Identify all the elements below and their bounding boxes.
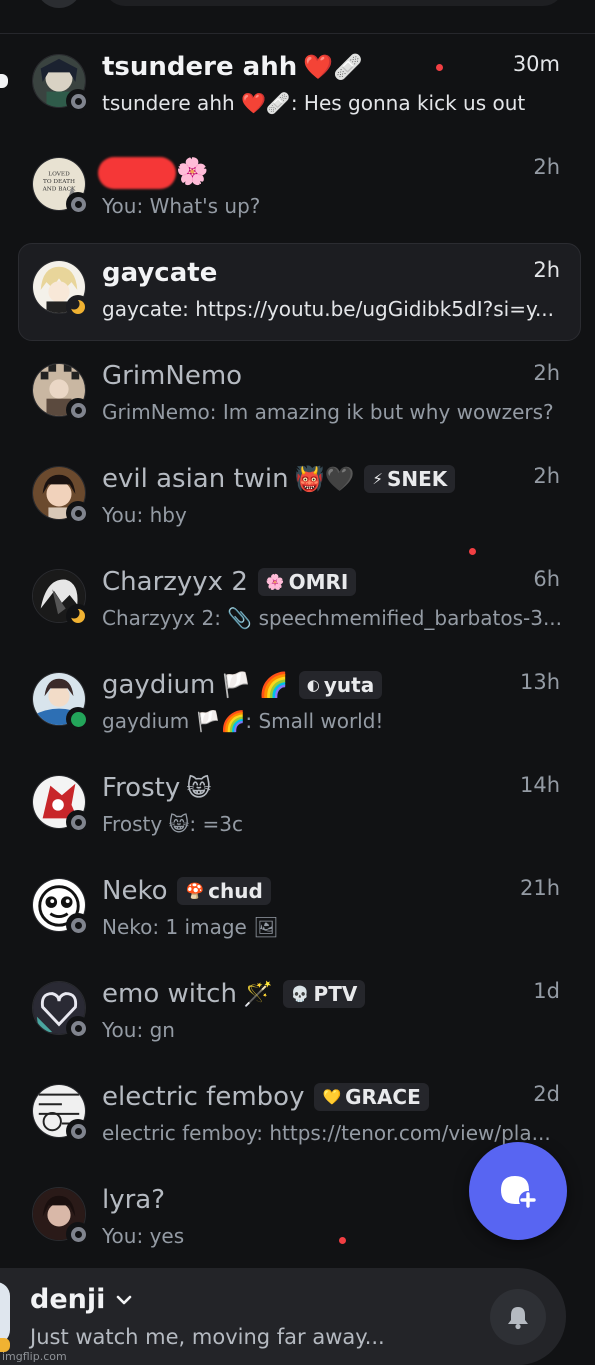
dm-row-tsundere-ahh[interactable]: tsundere ahh ❤️🩹 30m tsundere ahh ❤️🩹: He… <box>0 34 595 137</box>
server-tag: 💀 PTV <box>282 980 366 1008</box>
dm-time: 1d <box>533 979 560 1003</box>
dm-preview: Charzyyx 2: 📎 speechmemified_barbatos-3.… <box>102 606 563 630</box>
dm-name: GrimNemo <box>102 361 243 391</box>
server-tag: 🌸 OMRI <box>257 568 357 596</box>
dm-time: 2h <box>533 155 560 179</box>
dm-name: tsundere ahh ❤️🩹 <box>102 52 364 82</box>
svg-text:LOVED: LOVED <box>48 171 70 177</box>
dm-name: emo witch 🪄 💀 PTV <box>102 977 366 1011</box>
status-offline-icon <box>66 913 90 937</box>
user-avatar[interactable] <box>0 1282 10 1344</box>
status-offline-icon <box>66 89 90 113</box>
dm-preview: Frosty 😸: =3c <box>102 812 243 836</box>
notifications-button[interactable] <box>490 1289 546 1345</box>
status-offline-icon <box>66 1016 90 1040</box>
dm-time: 2h <box>533 464 560 488</box>
unread-dot <box>469 548 476 555</box>
dm-row-neko[interactable]: Neko 🍄 chud 21h Neko: 1 image 🖼 <box>0 858 595 961</box>
dm-row-gaycate[interactable]: gaycate 2h gaycate: https://youtu.be/ugG… <box>0 240 595 343</box>
dm-row-redacted[interactable]: LOVED TO DEATH AND BACK 🌸 2h You: What's u… <box>0 137 595 240</box>
status-offline-icon <box>66 1119 90 1143</box>
dm-preview: gaydium 🏳️🌈: Small world! <box>102 709 384 733</box>
dm-name: Neko 🍄 chud <box>102 874 271 908</box>
search-header <box>0 0 595 34</box>
server-tag: 🍄 chud <box>177 877 271 905</box>
dm-row-emo-witch[interactable]: emo witch 🪄 💀 PTV 1d You: gn <box>0 961 595 1064</box>
dm-name: evil asian twin 👹🖤 ⚡ SNEK <box>102 462 456 496</box>
server-tag: ◐ yuta <box>298 671 383 699</box>
dm-list-screen: tsundere ahh ❤️🩹 30m tsundere ahh ❤️🩹: He… <box>0 0 595 1365</box>
top-avatar-button[interactable] <box>36 0 82 8</box>
direct-message-list: tsundere ahh ❤️🩹 30m tsundere ahh ❤️🩹: He… <box>0 34 595 1270</box>
status-offline-icon <box>66 501 90 525</box>
dm-preview: You: gn <box>102 1018 175 1042</box>
dm-row-grimnemo[interactable]: GrimNemo 2h GrimNemo: Im amazing ik but … <box>0 343 595 446</box>
name-emoji: 🌸 <box>176 157 209 187</box>
dm-time: 2h <box>533 361 560 385</box>
dm-time: 13h <box>519 670 560 694</box>
unread-dot <box>436 64 443 71</box>
dm-time: 30m <box>512 52 560 76</box>
status-online-icon <box>66 707 90 731</box>
dm-row-charzyyx-2[interactable]: Charzyyx 2 🌸 OMRI 6h Charzyyx 2: 📎 speechm… <box>0 548 595 652</box>
status-offline-icon <box>66 192 90 216</box>
dm-row-evil-asian-twin[interactable]: evil asian twin 👹🖤 ⚡ SNEK 2h You: hby <box>0 446 595 549</box>
custom-status: Just watch me, moving far away... <box>30 1325 385 1349</box>
dm-preview: GrimNemo: Im amazing ik but why wowzers? <box>102 400 554 424</box>
watermark: imgflip.com <box>2 1350 67 1363</box>
redacted-name <box>98 157 176 189</box>
chevron-down-icon <box>117 1295 132 1304</box>
dm-preview: You: hby <box>102 503 187 527</box>
dm-time: 21h <box>519 876 560 900</box>
dm-name: Frosty 😸 <box>102 773 212 803</box>
server-tag: 💛 GRACE <box>314 1083 429 1111</box>
dm-preview: tsundere ahh ❤️🩹: Hes gonna kick us out <box>102 91 526 115</box>
dm-row-gaydium[interactable]: gaydium 🏳️ 🌈 ◐ yuta 13h gaydium 🏳️🌈: Small … <box>0 652 595 755</box>
status-idle-icon <box>66 295 90 319</box>
search-input[interactable] <box>104 0 564 6</box>
new-message-icon <box>501 1176 537 1209</box>
dm-row-frosty[interactable]: Frosty 😸 14h Frosty 😸: =3c <box>0 755 595 858</box>
new-message-button[interactable] <box>469 1142 567 1240</box>
status-offline-icon <box>66 398 90 422</box>
status-offline-icon <box>66 1222 90 1246</box>
dm-name: gaydium 🏳️ 🌈 ◐ yuta <box>102 668 383 702</box>
dm-preview: You: What's up? <box>102 194 261 218</box>
status-offline-icon <box>66 810 90 834</box>
dm-preview: Neko: 1 image 🖼 <box>102 915 279 939</box>
server-tag: ⚡ SNEK <box>364 465 456 493</box>
user-name-button[interactable]: denji <box>30 1284 133 1315</box>
dm-preview: gaycate: https://youtu.be/ugGidibk5dI?si… <box>102 297 555 321</box>
dm-name: lyra? <box>102 1185 166 1215</box>
dm-name: electric femboy 💛 GRACE <box>102 1080 429 1114</box>
dm-preview: electric femboy: https://tenor.com/view/… <box>102 1121 551 1145</box>
status-idle-icon <box>66 604 90 628</box>
username: denji <box>30 1284 106 1315</box>
dm-time: 2h <box>533 258 560 282</box>
dm-time: 14h <box>519 773 560 797</box>
dm-name: gaycate <box>102 258 218 288</box>
svg-text:TO DEATH: TO DEATH <box>43 179 75 185</box>
dm-time: 2d <box>533 1082 560 1106</box>
bell-icon <box>508 1307 528 1330</box>
user-panel <box>0 1268 566 1365</box>
dm-name: Charzyyx 2 🌸 OMRI <box>102 565 357 599</box>
dm-time: 6h <box>533 567 560 591</box>
